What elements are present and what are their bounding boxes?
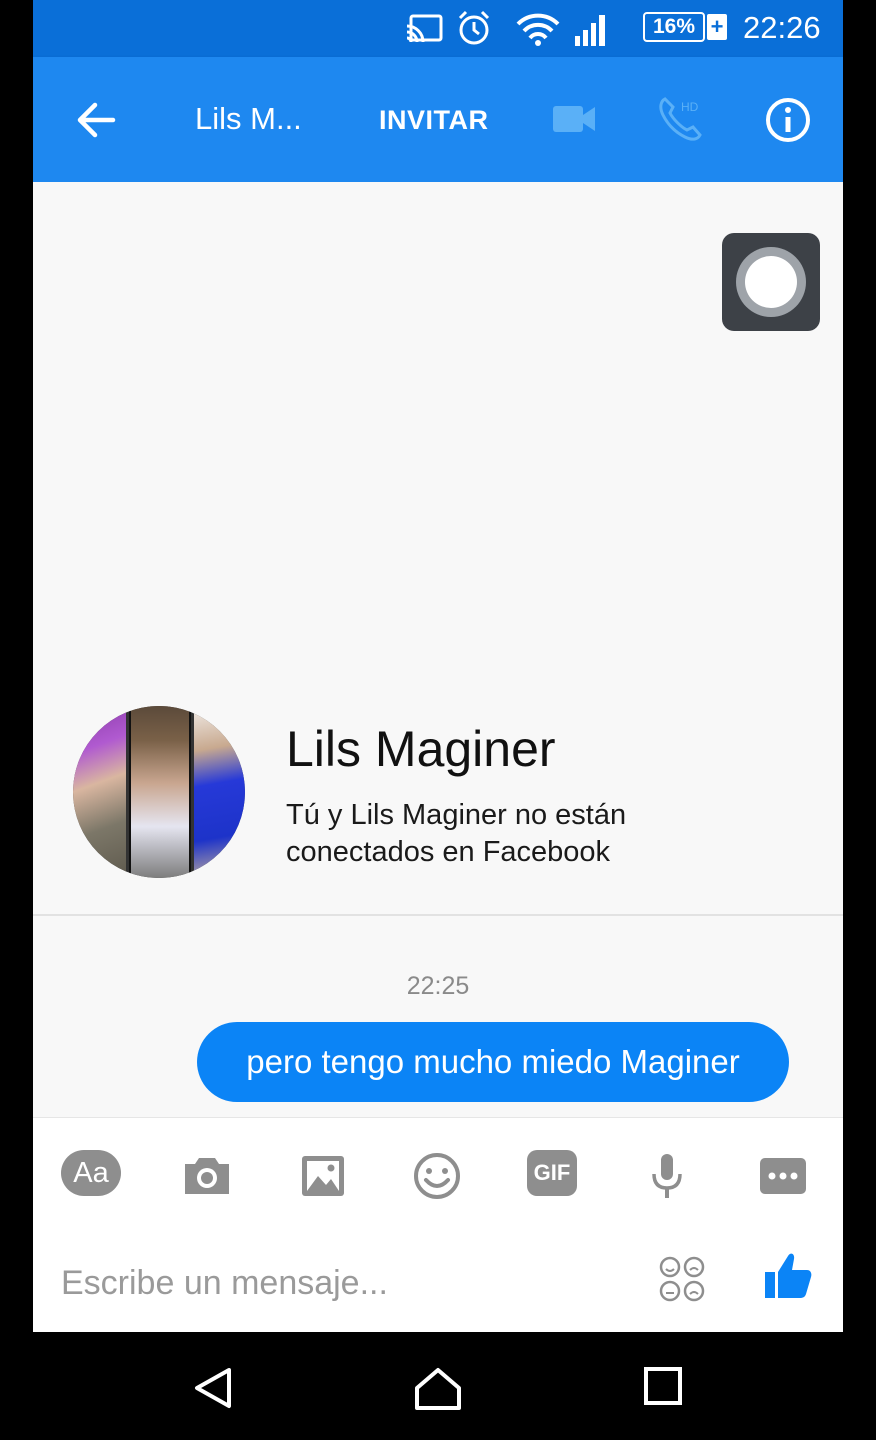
cast-icon (406, 14, 443, 43)
nav-home-icon[interactable] (413, 1366, 463, 1412)
emoji-icon[interactable] (407, 1146, 467, 1206)
microphone-icon[interactable] (637, 1146, 697, 1206)
hd-voice-call-icon[interactable]: HD (657, 95, 705, 143)
system-nav-bar (33, 1332, 843, 1440)
svg-text:HD: HD (681, 100, 699, 114)
phone-screen: 16% + 22:26 Lils M... INVITAR HD Lils Ma… (33, 0, 843, 1440)
sent-message-bubble[interactable]: pero tengo mucho miedo Maginer (197, 1022, 789, 1102)
message-composer: Aa GIF (33, 1117, 843, 1333)
invite-button[interactable]: INVITAR (379, 105, 489, 136)
chat-area[interactable]: Lils Maginer Tú y Lils Maginer no están … (33, 182, 843, 1117)
camera-icon[interactable] (177, 1146, 237, 1206)
stickers-icon[interactable] (657, 1254, 707, 1304)
video-call-icon[interactable] (551, 99, 597, 139)
nav-back-icon[interactable] (191, 1366, 235, 1410)
message-input[interactable] (59, 1258, 623, 1308)
status-clock: 22:26 (743, 10, 821, 45)
gallery-icon[interactable] (293, 1146, 353, 1206)
battery-indicator: 16% (643, 12, 705, 42)
thumbs-up-icon[interactable] (761, 1248, 815, 1302)
contact-name: Lils Maginer (286, 721, 556, 777)
avatar-photo-2 (129, 706, 191, 878)
avatar-photo-3 (193, 706, 245, 878)
signal-icon (575, 15, 605, 46)
conversation-header: Lils M... INVITAR HD (33, 57, 843, 182)
info-icon[interactable] (765, 97, 811, 143)
message-timestamp: 22:25 (406, 972, 470, 1000)
text-format-button[interactable]: Aa (61, 1150, 121, 1196)
nav-recents-icon[interactable] (643, 1366, 683, 1406)
assistive-dot-icon (745, 256, 797, 308)
alarm-icon (458, 10, 490, 45)
charging-icon: + (707, 14, 727, 40)
back-arrow-icon[interactable] (73, 97, 119, 143)
connection-note: Tú y Lils Maginer no están conectados en… (286, 799, 627, 868)
more-options-icon[interactable] (753, 1146, 813, 1206)
wifi-icon (516, 13, 560, 46)
divider (33, 914, 843, 916)
status-bar: 16% + 22:26 (33, 0, 843, 57)
gif-button[interactable]: GIF (527, 1150, 577, 1196)
contact-avatar[interactable] (73, 706, 245, 878)
conversation-title[interactable]: Lils M... (195, 101, 302, 137)
floating-assistive-button[interactable] (722, 233, 820, 331)
avatar-photo-1 (73, 706, 127, 878)
